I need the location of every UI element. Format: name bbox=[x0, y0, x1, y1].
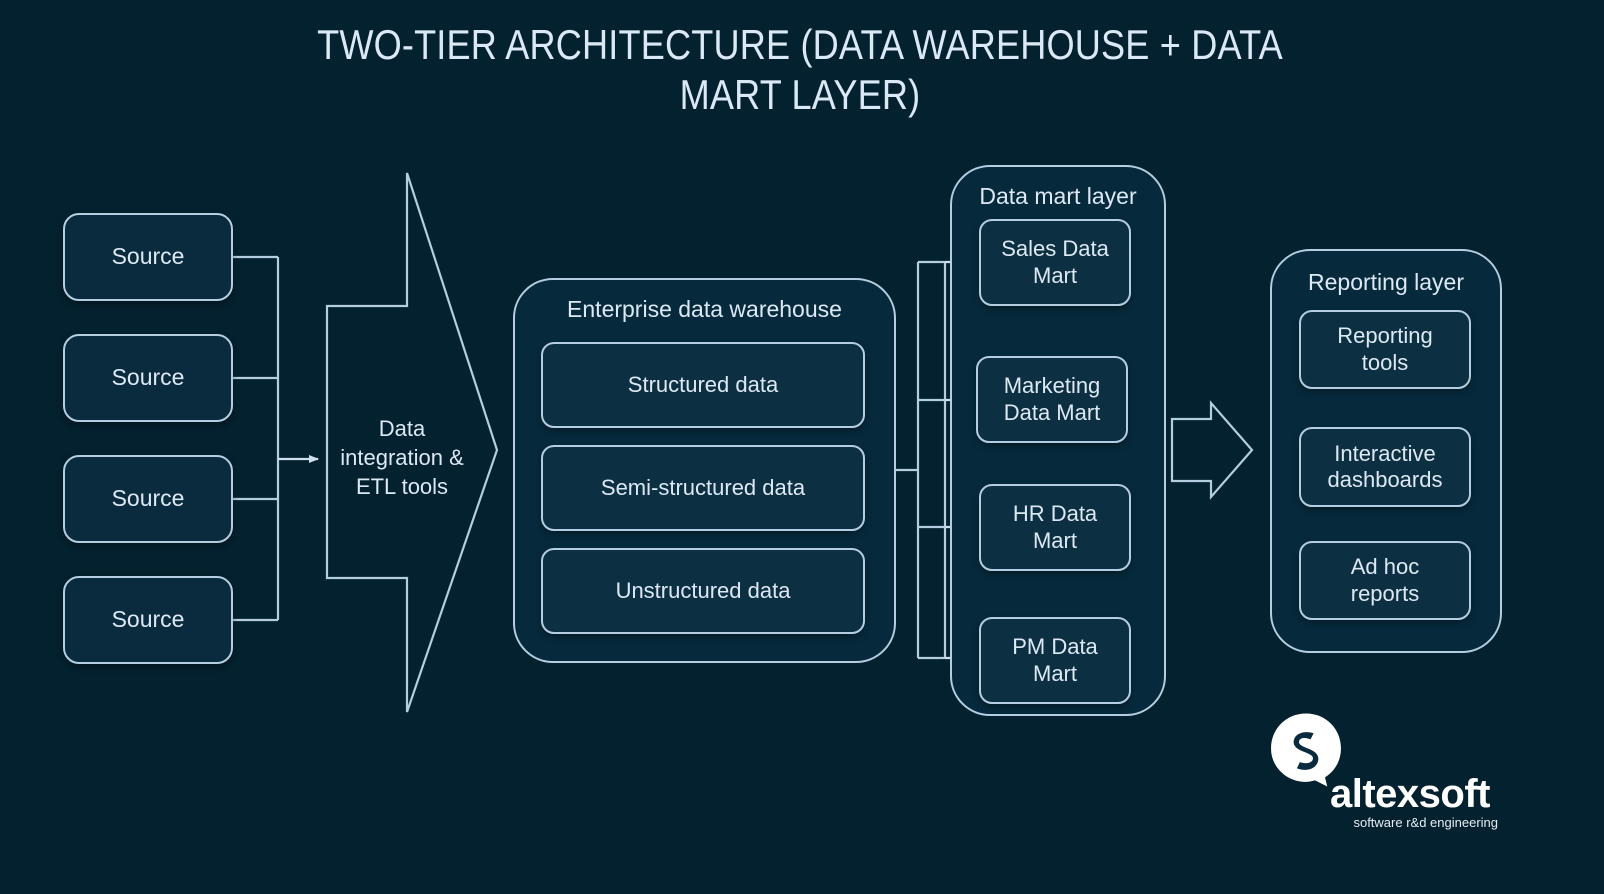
reporting-item-reporting-tools[interactable]: Reporting tools bbox=[1299, 310, 1471, 389]
source-box-2[interactable]: Source bbox=[63, 334, 233, 422]
enterprise-data-warehouse-title: Enterprise data warehouse bbox=[567, 296, 842, 322]
data-mart-pm[interactable]: PM Data Mart bbox=[979, 617, 1131, 704]
source-box-4[interactable]: Source bbox=[63, 576, 233, 664]
arrow-marts-to-reporting bbox=[1170, 400, 1254, 500]
warehouse-to-marts-bus bbox=[896, 260, 947, 660]
altexsoft-wordmark: altexsoft bbox=[1330, 772, 1491, 816]
reporting-item-ad-hoc-reports[interactable]: Ad hoc reports bbox=[1299, 541, 1471, 620]
reporting-item-interactive-dashboards[interactable]: Interactive dashboards bbox=[1299, 427, 1471, 507]
source-box-3[interactable]: Source bbox=[63, 455, 233, 543]
altexsoft-tagline: software r&d engineering bbox=[1353, 815, 1498, 830]
data-mart-layer-title: Data mart layer bbox=[979, 183, 1137, 209]
reporting-layer-title: Reporting layer bbox=[1308, 269, 1464, 295]
diagram-canvas: TWO-TIER ARCHITECTURE (DATA WAREHOUSE + … bbox=[0, 0, 1604, 894]
data-mart-sales[interactable]: Sales Data Mart bbox=[979, 219, 1131, 306]
data-mart-hr[interactable]: HR Data Mart bbox=[979, 484, 1131, 571]
source-box-1[interactable]: Source bbox=[63, 213, 233, 301]
warehouse-item-semi-structured-data[interactable]: Semi-structured data bbox=[541, 445, 865, 531]
data-mart-marketing[interactable]: Marketing Data Mart bbox=[976, 356, 1128, 443]
warehouse-item-unstructured-data[interactable]: Unstructured data bbox=[541, 548, 865, 634]
source-bus-lines bbox=[233, 255, 280, 622]
altexsoft-logo: altexsoft software r&d engineering bbox=[1268, 712, 1498, 837]
etl-tools-label: Data integration & ETL tools bbox=[340, 416, 464, 500]
warehouse-item-structured-data[interactable]: Structured data bbox=[541, 342, 865, 428]
